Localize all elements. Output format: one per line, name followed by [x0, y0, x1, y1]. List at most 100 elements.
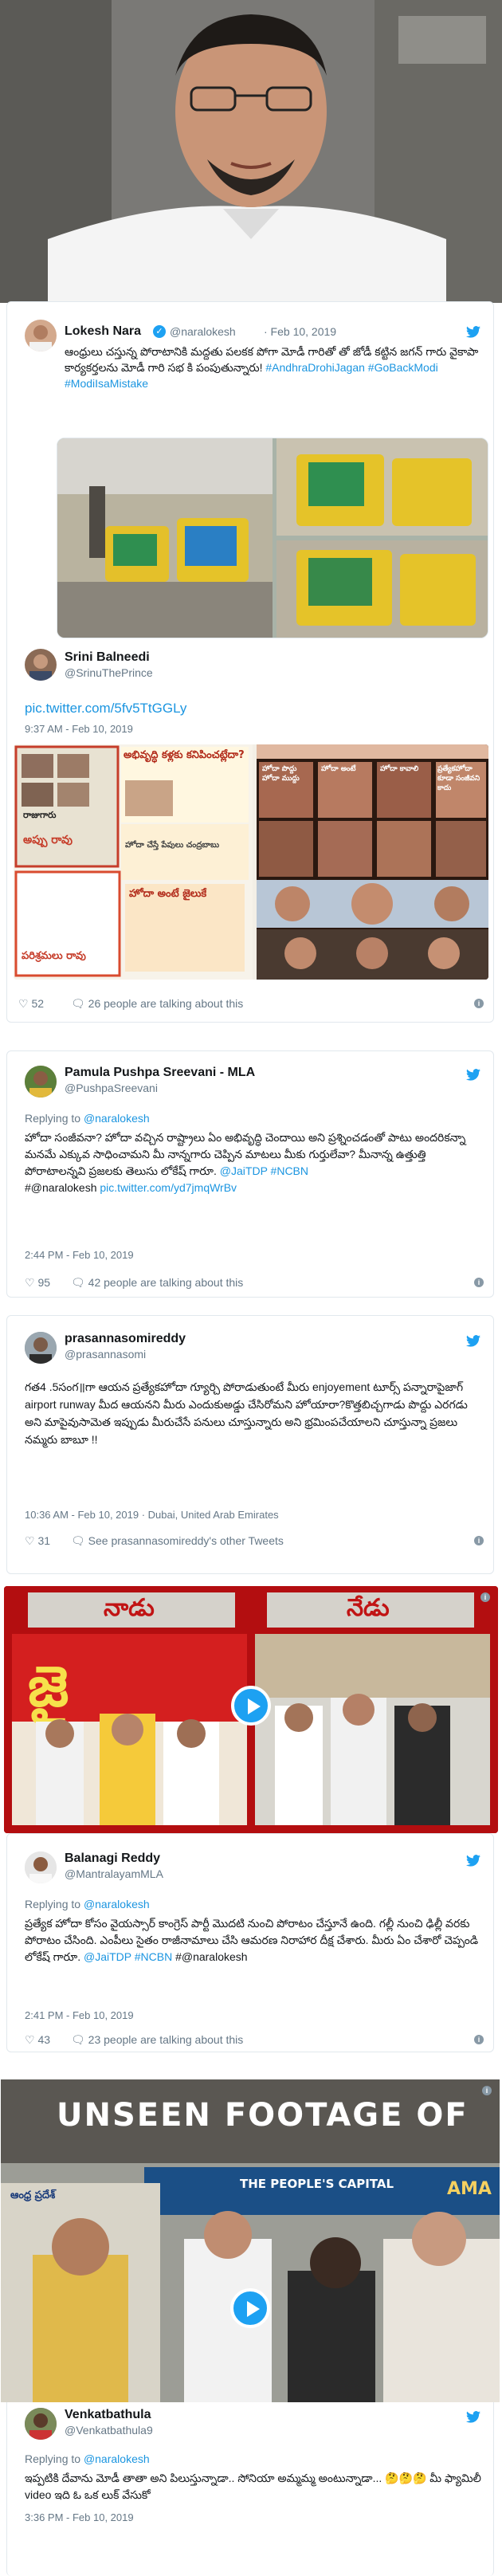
- tweet-timestamp[interactable]: 2:41 PM - Feb 10, 2019: [25, 2009, 134, 2021]
- collage-headline: రాజుగారు: [23, 810, 57, 820]
- like-button[interactable]: ♡ 52: [18, 997, 44, 1011]
- reply-to-link[interactable]: @naralokesh: [84, 1898, 150, 1910]
- info-icon[interactable]: i: [480, 1592, 490, 1602]
- tweet-text: ఆంధ్రులు చస్తున్న పోరాటానికి మద్దతు పలకక…: [65, 344, 479, 391]
- quoted-author-name[interactable]: Srini Balneedi: [65, 650, 150, 665]
- avatar[interactable]: [25, 1066, 57, 1098]
- twitter-bird-icon[interactable]: [466, 326, 480, 338]
- twitter-bird-icon[interactable]: [466, 1855, 480, 1867]
- twitter-bird-icon[interactable]: [466, 1069, 480, 1081]
- video-player[interactable]: జై నాడు నేడు i: [4, 1586, 498, 1833]
- reply-to-link[interactable]: @naralokesh: [84, 2452, 150, 2465]
- top-photo: [0, 0, 502, 303]
- comment-icon: 🗨: [71, 1534, 85, 1547]
- tweet-card: UNSEEN FOOTAGE OF THE PEOPLE'S CAPITAL A…: [1, 2079, 500, 2576]
- collage-headline: అప్పు రావు: [23, 834, 73, 846]
- video-player[interactable]: UNSEEN FOOTAGE OF THE PEOPLE'S CAPITAL A…: [1, 2079, 500, 2402]
- collage-headline: హోదా చేస్తే పేపులు చంద్రబాబు: [125, 841, 220, 850]
- pic-link[interactable]: pic.twitter.com/yd7jmqWrBv: [100, 1181, 237, 1194]
- mention-link[interactable]: #@naralokesh: [25, 1181, 97, 1194]
- talking-link[interactable]: 🗨 42 people are talking about this: [71, 1276, 243, 1290]
- talking-label: 23 people are talking about this: [88, 2033, 244, 2046]
- tweet-text: హోదా సంజీవనా? హోదా వచ్చిన రాష్ట్రాలు ఏం …: [25, 1129, 483, 1196]
- tweet-image[interactable]: అభివృద్ధి కళ్లకు కనిపించట్లేదా? రాజుగారు…: [14, 744, 488, 980]
- avatar[interactable]: [25, 2408, 57, 2440]
- tweet-text-main: గత4 .5సంగ॥గా ఆయన ప్రత్యేకహోదా గ్యూర్చి ప…: [25, 1380, 468, 1446]
- video-sign: THE PEOPLE'S CAPITAL: [240, 2177, 394, 2191]
- like-button[interactable]: ♡ 43: [25, 2033, 50, 2047]
- svg-text:జై: జై: [28, 1654, 69, 1725]
- info-icon[interactable]: i: [474, 999, 484, 1008]
- heart-icon: ♡: [25, 1534, 35, 1547]
- tweet-timestamp[interactable]: 9:37 AM - Feb 10, 2019: [25, 723, 133, 735]
- channel-logo: ఆంధ్ర ప్రదేశ్: [10, 2189, 56, 2201]
- reply-to: Replying to @naralokesh: [25, 2452, 150, 2465]
- reply-to: Replying to @naralokesh: [25, 1898, 150, 1910]
- info-icon[interactable]: i: [474, 1278, 484, 1287]
- author-handle[interactable]: @PushpaSreevani: [65, 1082, 158, 1094]
- talking-link[interactable]: 🗨 26 people are talking about this: [71, 997, 243, 1011]
- info-icon[interactable]: i: [474, 2035, 484, 2044]
- author-name[interactable]: Balanagi Reddy: [65, 1852, 160, 1866]
- reply-to-link[interactable]: @naralokesh: [84, 1112, 150, 1125]
- author-name[interactable]: Lokesh Nara: [65, 324, 141, 339]
- author-name[interactable]: Pamula Pushpa Sreevani - MLA: [65, 1066, 255, 1080]
- twitter-bird-icon[interactable]: [466, 1335, 480, 1347]
- meme-caption: హోదా కావాలి: [380, 765, 419, 773]
- author-handle[interactable]: @Venkatbathula9: [65, 2424, 153, 2437]
- verified-icon: ✓: [153, 325, 166, 338]
- tweet-timestamp[interactable]: 3:36 PM - Feb 10, 2019: [25, 2511, 134, 2523]
- comment-icon: 🗨: [71, 997, 85, 1010]
- avatar[interactable]: [25, 1852, 57, 1883]
- comment-icon: 🗨: [71, 1276, 85, 1289]
- info-icon[interactable]: i: [474, 1536, 484, 1545]
- video-banner: UNSEEN FOOTAGE OF: [57, 2097, 469, 2134]
- tweet-image[interactable]: [57, 438, 488, 638]
- like-button[interactable]: ♡ 31: [25, 1534, 50, 1548]
- mention-link[interactable]: #@naralokesh: [175, 1950, 248, 1963]
- play-button[interactable]: [231, 1686, 271, 1726]
- avatar[interactable]: [25, 649, 57, 681]
- author-name[interactable]: Venkatbathula: [65, 2408, 151, 2422]
- info-icon[interactable]: i: [482, 2086, 492, 2095]
- pic-link[interactable]: pic.twitter.com/5fv5TtGGLy: [25, 701, 186, 717]
- play-button[interactable]: [230, 2288, 270, 2328]
- comment-icon: 🗨: [71, 2033, 85, 2046]
- like-button[interactable]: ♡ 95: [25, 1276, 50, 1290]
- reply-to-label: Replying to: [25, 1898, 81, 1910]
- author-handle[interactable]: @prasannasomi: [65, 1348, 146, 1361]
- talking-label: 42 people are talking about this: [88, 1276, 244, 1289]
- meme-caption: హోదా పొద్దు హోదా ముద్దు: [262, 765, 300, 783]
- tweet-card: Pamula Pushpa Sreevani - MLA @PushpaSree…: [6, 1050, 494, 1298]
- meme-caption: హోదా అంటే: [321, 765, 356, 773]
- heart-icon: ♡: [18, 997, 29, 1010]
- author-name[interactable]: prasannasomireddy: [65, 1332, 186, 1346]
- mention-links[interactable]: @JaiTDP #NCBN: [84, 1950, 172, 1963]
- tweet-text: ఇప్పటికి దేవాను మోడీ తాతా అని పిలుస్తున్…: [25, 2470, 483, 2503]
- talking-link[interactable]: 🗨 23 people are talking about this: [71, 2033, 243, 2047]
- video-label-left: నాడు: [104, 1594, 155, 1622]
- quoted-author-handle[interactable]: @SrinuThePrince: [65, 666, 153, 679]
- author-handle[interactable]: @MantralayamMLA: [65, 1867, 163, 1880]
- meme-caption: ప్రత్యేకహోదా కూడా సంజీవని కాదు: [437, 765, 480, 792]
- reply-to: Replying to @naralokesh: [25, 1112, 150, 1125]
- video-label-right: నేడు: [347, 1594, 390, 1622]
- mention-links[interactable]: @JaiTDP #NCBN: [220, 1164, 308, 1177]
- collage-headline: పరిశ్రమలు రావు: [22, 950, 86, 962]
- tweet-text: ప్రత్యేక హోదా కోసం వైయస్సార్ కాంగ్రెస్ ప…: [25, 1915, 483, 1965]
- avatar[interactable]: [25, 320, 57, 351]
- collage-headline: అభివృద్ధి కళ్లకు కనిపించట్లేదా?: [124, 749, 245, 761]
- tweet-card: Balanagi Reddy @MantralayamMLA Replying …: [6, 1833, 494, 2052]
- like-count: 31: [37, 1534, 51, 1547]
- avatar[interactable]: [25, 1332, 57, 1364]
- tweet-timestamp[interactable]: 2:44 PM - Feb 10, 2019: [25, 1249, 134, 1261]
- collage-headline: హోదా అంటే జైలుకే: [129, 888, 207, 900]
- talking-label: 26 people are talking about this: [88, 997, 244, 1010]
- twitter-bird-icon[interactable]: [466, 2411, 480, 2423]
- author-handle[interactable]: @naralokesh: [170, 325, 236, 338]
- tweet-timestamp[interactable]: 10:36 AM - Feb 10, 2019 · Dubai, United …: [25, 1509, 279, 1521]
- tweet-date[interactable]: · Feb 10, 2019: [264, 325, 336, 338]
- other-tweets-link[interactable]: 🗨 See prasannasomireddy's other Tweets: [71, 1534, 284, 1548]
- tweet-text-main: ఇప్పటికి దేవాను మోడీ తాతా అని పిలుస్తున్…: [25, 2472, 481, 2501]
- tweet-text: గత4 .5సంగ॥గా ఆయన ప్రత్యేకహోదా గ్యూర్చి ప…: [25, 1378, 483, 1448]
